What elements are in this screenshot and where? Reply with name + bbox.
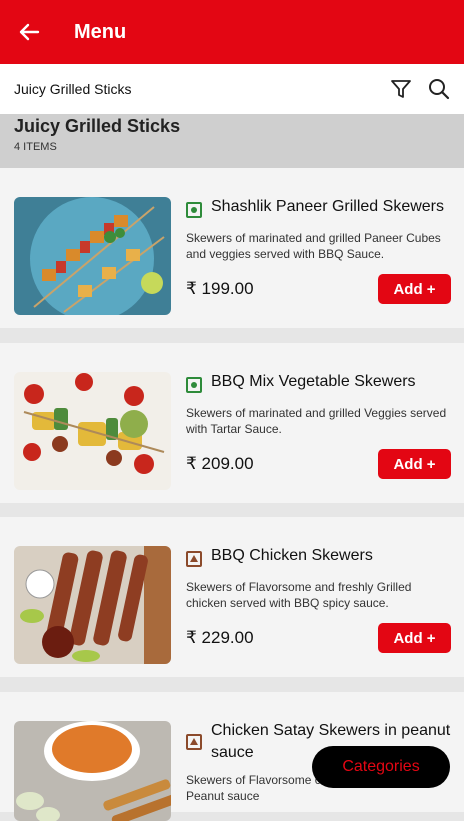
non-veg-indicator-icon [186, 551, 202, 567]
app-bar: Menu [0, 0, 464, 64]
current-category: Juicy Grilled Sticks [14, 81, 132, 97]
search-button[interactable] [420, 64, 458, 114]
filter-icon [391, 80, 411, 98]
add-item-button[interactable]: Add + [378, 449, 451, 479]
item-description: Skewers of Flavorsome and freshly Grille… [186, 580, 412, 610]
veg-indicator-icon [186, 202, 202, 218]
item-name: BBQ Chicken Skewers [211, 547, 373, 564]
add-item-button[interactable]: Add + [378, 274, 451, 304]
item-name: BBQ Mix Vegetable Skewers [211, 373, 416, 390]
section-header: Juicy Grilled Sticks 4 ITEMS [0, 114, 464, 168]
add-item-button[interactable]: Add + [378, 623, 451, 653]
category-bar: Juicy Grilled Sticks [0, 64, 464, 114]
categories-button[interactable]: Categories [312, 746, 450, 788]
menu-item-card[interactable]: Shashlik Paneer Grilled Skewers Skewers … [0, 168, 464, 328]
arrow-left-icon [19, 23, 40, 41]
item-description: Skewers of marinated and grilled Paneer … [186, 231, 441, 261]
item-price: ₹ 209.00 [186, 454, 254, 473]
item-price: ₹ 229.00 [186, 628, 254, 647]
item-price: ₹ 199.00 [186, 279, 254, 298]
back-button[interactable] [0, 0, 58, 64]
filter-button[interactable] [382, 64, 420, 114]
search-icon [429, 79, 450, 100]
section-title: Juicy Grilled Sticks [14, 116, 181, 136]
item-name: Shashlik Paneer Grilled Skewers [211, 198, 444, 215]
item-image [14, 372, 171, 490]
section-item-count: 4 ITEMS [14, 141, 57, 153]
non-veg-indicator-icon [186, 734, 202, 750]
page-title: Menu [74, 20, 127, 43]
item-image [14, 197, 171, 315]
veg-indicator-icon [186, 377, 202, 393]
item-image [14, 546, 171, 664]
menu-item-card[interactable]: BBQ Mix Vegetable Skewers Skewers of mar… [0, 343, 464, 503]
menu-item-card[interactable]: BBQ Chicken Skewers Skewers of Flavorsom… [0, 517, 464, 677]
item-description: Skewers of marinated and grilled Veggies… [186, 406, 447, 436]
item-image [14, 721, 171, 821]
